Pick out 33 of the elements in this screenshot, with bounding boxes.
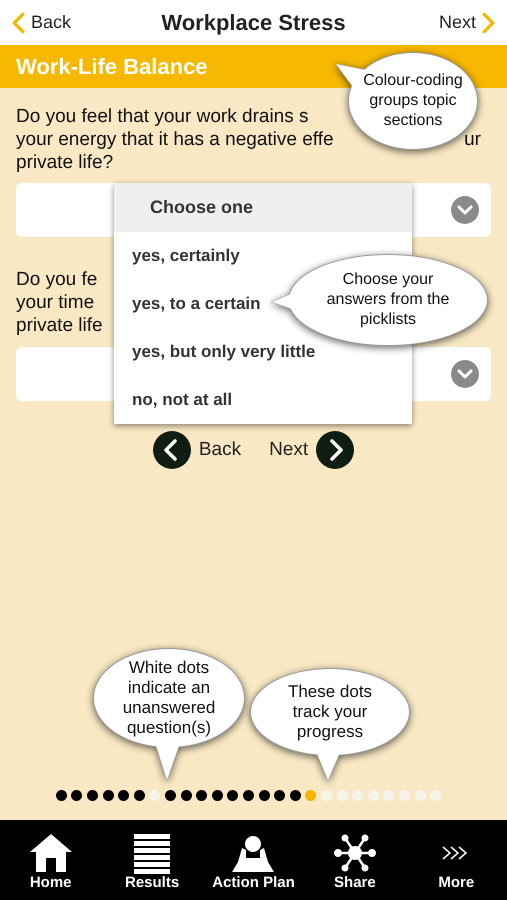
tab-button[interactable]: Home (0, 832, 102, 892)
question-text: Do you fe (16, 268, 98, 291)
callout-text: Colour-coding groups topic sections (363, 71, 463, 131)
question-text: your energy that it has a negative effe (16, 128, 334, 151)
back-button[interactable]: Back (12, 9, 72, 36)
picklist-option[interactable]: no, not at all (114, 376, 412, 424)
question-text: private life (16, 314, 103, 337)
picklist-prompt: Choose one (150, 196, 254, 219)
callout-text: These dots track your progress (288, 682, 372, 742)
question-text: private life? (16, 151, 114, 174)
chevron-right-icon (316, 431, 354, 469)
question-text: your time (16, 291, 94, 314)
tab-button[interactable]: Results (101, 832, 203, 892)
chevron-left-icon (12, 10, 25, 34)
back-button[interactable]: Back (152, 431, 242, 469)
chevron-down-icon (451, 196, 479, 224)
tab-button[interactable]: More (406, 832, 507, 892)
tab-button[interactable]: Action Plan (202, 832, 304, 892)
tab-button[interactable]: Share (304, 832, 406, 892)
home-icon (28, 832, 74, 874)
callout-text: Choose your answers from the picklists (326, 270, 450, 330)
chevron-right-icon (482, 10, 495, 34)
question-text: ur (464, 128, 481, 151)
picklist-option[interactable]: yes, but only very little (114, 328, 412, 376)
chevron-down-icon (451, 360, 479, 388)
callout-text: White dots indicate an unanswered question(s) (122, 658, 216, 738)
next-button[interactable]: Next (438, 9, 495, 36)
screen-title: Workplace Stress (161, 9, 346, 37)
section-title: Work-Life Balance (16, 53, 208, 81)
chevron-left-icon (152, 431, 191, 469)
next-button[interactable]: Next (269, 431, 354, 469)
share-icon (332, 832, 378, 874)
question-text: Do you feel that your work drains s (16, 105, 309, 128)
